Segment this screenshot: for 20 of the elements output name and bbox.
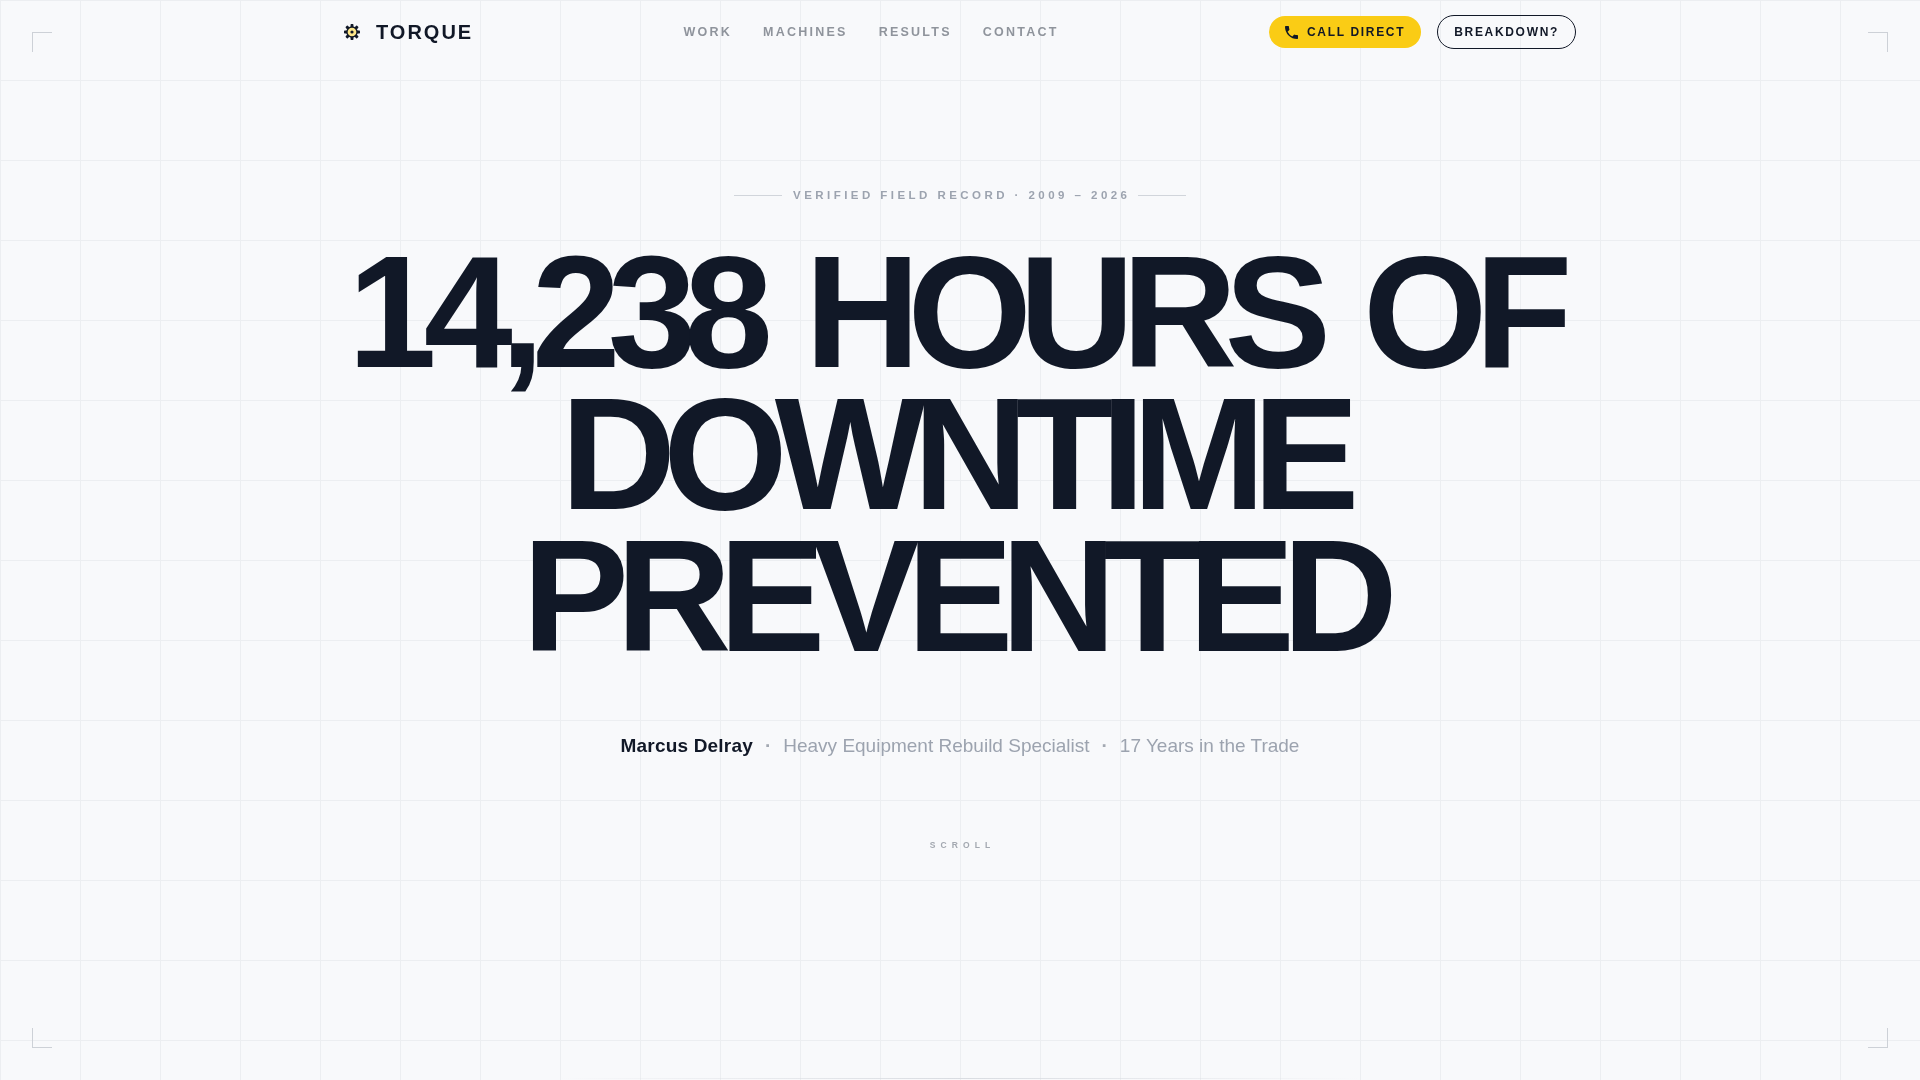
byline-separator: · [1101,735,1108,757]
nav-link[interactable]: MACHINES [762,25,848,39]
corner-bracket-icon [1868,1028,1888,1048]
brand-name[interactable]: TORQUE [376,20,474,44]
byline-separator: · [764,735,772,757]
corner-bracket-icon [32,32,52,52]
headline: 14,238 HOURS OF DOWNTIME PREVENTED [346,241,1574,667]
corner-bracket-icon [1868,32,1888,52]
author-name: Marcus Delray [620,735,753,757]
nav-link[interactable]: CONTACT [982,25,1059,39]
scroll-hint: SCROLL [929,840,996,850]
nav-link[interactable]: WORK [683,25,732,39]
gear-icon [344,24,360,40]
author-detail: 17 Years in the Trade [1119,735,1300,757]
nav-link[interactable]: RESULTS [878,25,952,39]
phone-icon [1284,25,1298,39]
call-button[interactable]: CALL DIRECT [1268,16,1422,48]
eyebrow-label: VERIFIED FIELD RECORD · 2009 – 2026 [793,188,1131,202]
corner-bracket-icon [32,1028,52,1048]
author-detail: Heavy Equipment Rebuild Specialist [783,735,1090,757]
